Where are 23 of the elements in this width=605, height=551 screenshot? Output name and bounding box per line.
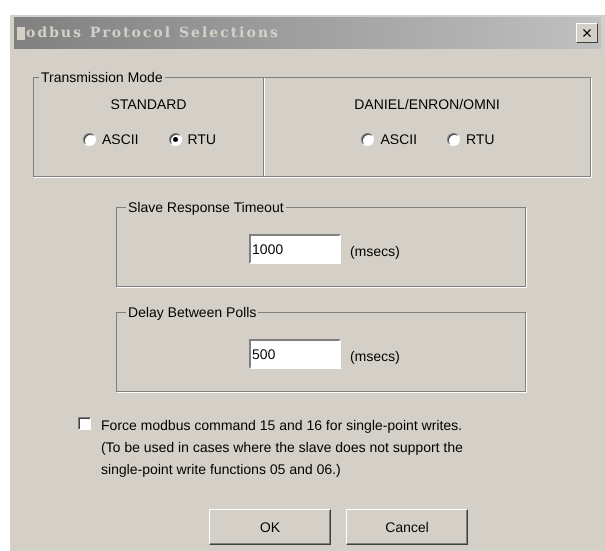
radio-button[interactable] <box>82 133 96 146</box>
radio-label: ASCII <box>380 130 418 149</box>
option-text: (To be used in cases where the slave does not support the <box>101 438 463 457</box>
input-field[interactable]: 500 <box>249 339 341 369</box>
radio-label: RTU <box>466 130 495 149</box>
radio-button[interactable] <box>361 133 374 146</box>
mode-heading: STANDARD <box>110 95 186 114</box>
unit-label: (msecs) <box>350 346 400 366</box>
option-text: Force modbus command 15 and 16 for single-point writes. <box>101 416 463 435</box>
input-field[interactable]: 1000 <box>249 234 341 264</box>
close-button[interactable]: × <box>576 23 598 43</box>
dialog-button[interactable]: OK <box>209 509 331 545</box>
window-title: odbus Protocol Selections <box>26 24 280 42</box>
radio-label: RTU <box>188 130 216 149</box>
window-icon <box>17 26 25 40</box>
radio-button[interactable] <box>447 133 460 146</box>
option-text: single-point write functions 05 and 06.) <box>101 460 342 479</box>
checkbox[interactable] <box>78 417 91 430</box>
dialog-button[interactable]: Cancel <box>346 509 468 545</box>
mode-heading: DANIEL/ENRON/OMNI <box>354 95 500 114</box>
radio-label: ASCII <box>102 130 139 149</box>
unit-label: (msecs) <box>350 242 400 261</box>
radio-button[interactable] <box>168 133 182 146</box>
